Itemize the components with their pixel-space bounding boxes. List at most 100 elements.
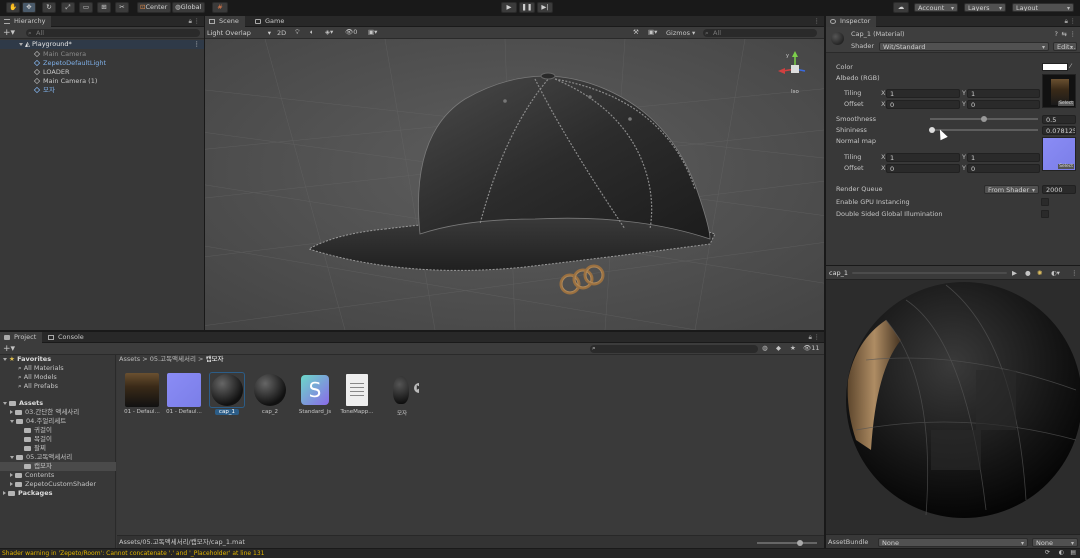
tree-item-selected[interactable]: 캡모자 (0, 462, 116, 471)
status-warning-message[interactable]: Shader warning in 'Zepeto/Room': Cannot … (2, 549, 264, 558)
kebab-menu-icon[interactable]: ⋮ (814, 17, 821, 25)
normal-tiling-x-field[interactable]: 1 (886, 153, 960, 162)
asset-label[interactable]: 모자 (379, 409, 425, 417)
tab-hierarchy[interactable]: Hierarchy (0, 16, 52, 27)
lighting-icon[interactable]: 💡︎ (295, 28, 300, 37)
lock-icon[interactable]: 🔒︎ (1065, 17, 1068, 26)
tree-item[interactable]: Contents (0, 471, 116, 480)
scene-menu-icon[interactable]: ⋮ (194, 40, 201, 49)
preview-mode-icon[interactable]: ◐▾ (1051, 269, 1060, 277)
kebab-menu-icon[interactable]: ⋮ (1070, 17, 1077, 25)
favorite-item[interactable]: ⌕ All Models (18, 373, 57, 382)
normal-offset-y-field[interactable]: 0 (967, 164, 1040, 173)
collapse-arrow-icon[interactable] (10, 473, 13, 477)
preview-drag-bar[interactable] (852, 272, 1007, 274)
tab-project[interactable]: Project (0, 332, 43, 343)
tree-item[interactable]: 05.고독액세서리 (0, 453, 116, 462)
kebab-menu-icon[interactable]: ⋮ (1070, 30, 1077, 38)
thumbnail-size-handle[interactable] (797, 540, 803, 546)
assetbundle-variant-dropdown[interactable]: None (1032, 538, 1078, 547)
tab-game[interactable]: Game (251, 16, 290, 27)
hierarchy-search-input[interactable]: ⌕ All (26, 29, 200, 37)
project-search-input[interactable]: ⌕ (590, 344, 758, 353)
debug-icon[interactable]: ◐ (1059, 549, 1064, 556)
2d-toggle[interactable]: 2D (277, 28, 286, 38)
pivot-center-button[interactable]: ⊡Center (137, 2, 171, 13)
lock-icon[interactable]: 🔒︎ (809, 333, 812, 342)
add-icon[interactable]: +▾ (3, 27, 15, 39)
scene-viewport[interactable]: y Iso (205, 39, 824, 330)
thumbnail-size-slider[interactable] (757, 542, 817, 544)
overlay-dropdown[interactable]: Light Overlap ▾ (207, 28, 273, 38)
breadcrumb-item[interactable]: Assets (119, 355, 140, 363)
assetbundle-dropdown[interactable]: None (878, 538, 1028, 547)
pause-button[interactable]: ❚❚ (519, 2, 535, 13)
kebab-menu-icon[interactable]: ⋮ (194, 17, 201, 25)
custom-tool-button[interactable]: ✂ (115, 2, 129, 13)
render-queue-dropdown[interactable]: From Shader (984, 185, 1039, 194)
color-swatch[interactable] (1042, 63, 1068, 71)
hierarchy-item[interactable]: ZepetoDefaultLight (33, 59, 106, 68)
hand-tool-button[interactable]: ✋ (6, 2, 20, 13)
breadcrumb-item[interactable]: 05.고독액세서리 (150, 355, 196, 363)
breadcrumb-item[interactable]: 캡모자 (206, 355, 224, 363)
packages-header[interactable]: Packages (3, 489, 52, 498)
normal-offset-x-field[interactable]: 0 (886, 164, 960, 173)
console-toggle-icon[interactable]: ▤ (1070, 549, 1076, 556)
preset-icon[interactable]: ⇆ (1062, 30, 1067, 38)
global-space-button[interactable]: ◍Global (172, 2, 205, 13)
shader-edit-button[interactable]: Edit... (1053, 42, 1077, 51)
scene-row[interactable]: ◭ Playground* ⋮ (0, 40, 204, 49)
normal-tiling-y-field[interactable]: 1 (967, 153, 1040, 162)
favorite-item[interactable]: ⌕ All Prefabs (18, 382, 58, 391)
asset-thumbnail-shader[interactable]: S (298, 373, 332, 407)
material-preview-sphere[interactable] (826, 280, 1080, 520)
hierarchy-item[interactable]: 모자 (33, 86, 55, 95)
collapse-arrow-icon[interactable] (10, 482, 13, 486)
shininess-slider-handle[interactable] (929, 127, 936, 133)
light-icon[interactable]: ✺ (1037, 269, 1042, 277)
kebab-menu-icon[interactable]: ⋮ (814, 333, 821, 341)
tab-inspector[interactable]: Inspector (826, 16, 877, 27)
transform-tool-button[interactable]: ⊞ (97, 2, 111, 13)
tab-console[interactable]: Console (44, 332, 90, 343)
play-button[interactable]: ▶ (501, 2, 517, 13)
favorite-star-icon[interactable]: ★ (790, 344, 796, 352)
hierarchy-item[interactable]: Main Camera (1) (33, 77, 97, 86)
lock-icon[interactable]: 🔒︎ (189, 17, 192, 26)
asset-label[interactable]: cap_2 (247, 409, 293, 415)
help-icon[interactable]: ? (1055, 30, 1058, 38)
kebab-menu-icon[interactable]: ⋮ (1071, 269, 1078, 277)
asset-label[interactable]: Standard_js (292, 409, 338, 415)
account-dropdown[interactable]: Account (914, 3, 958, 12)
tree-item[interactable]: 목걸이 (0, 435, 116, 444)
tools-icon[interactable]: ⚒ (633, 28, 639, 36)
tree-item[interactable]: 04.주얼리세트 (0, 417, 116, 426)
favorites-header[interactable]: ★ Favorites (3, 355, 51, 364)
albedo-offset-x-field[interactable]: 0 (886, 100, 960, 109)
asset-thumbnail-material[interactable] (210, 373, 244, 407)
asset-thumbnail-material[interactable] (253, 373, 287, 407)
smoothness-slider-handle[interactable] (981, 116, 987, 122)
add-asset-icon[interactable]: +▾ (3, 343, 15, 355)
rect-tool-button[interactable]: ▭ (79, 2, 93, 13)
shininess-field[interactable]: 0.078125 (1042, 126, 1076, 135)
hidden-objects-icon[interactable]: 👁︎0 (345, 28, 357, 36)
albedo-tiling-x-field[interactable]: 1 (886, 89, 960, 98)
asset-label[interactable]: cap_1 (215, 409, 239, 415)
eyedropper-icon[interactable]: ⁄ (1070, 62, 1071, 70)
rotate-tool-button[interactable]: ↻ (42, 2, 56, 13)
filter-label-icon[interactable]: ◆ (776, 344, 781, 352)
tree-item[interactable]: 03.간단한 액세사리 (0, 408, 116, 417)
sphere-mesh-icon[interactable]: ● (1025, 269, 1031, 277)
hierarchy-item[interactable]: LOADER (33, 68, 69, 77)
albedo-select-button[interactable]: Select (1058, 101, 1074, 106)
gpu-instancing-checkbox[interactable] (1041, 198, 1049, 206)
asset-thumbnail-texture-albedo[interactable] (125, 373, 159, 407)
effects-icon[interactable]: ◈▾ (325, 28, 333, 36)
filter-type-icon[interactable]: ◍ (762, 344, 768, 352)
layout-dropdown[interactable]: Layout (1012, 3, 1074, 12)
asset-label[interactable]: 01 - Defaul... (161, 409, 207, 415)
cloud-button[interactable]: ☁ (893, 2, 909, 13)
normal-texture-slot[interactable]: Select (1042, 137, 1076, 171)
